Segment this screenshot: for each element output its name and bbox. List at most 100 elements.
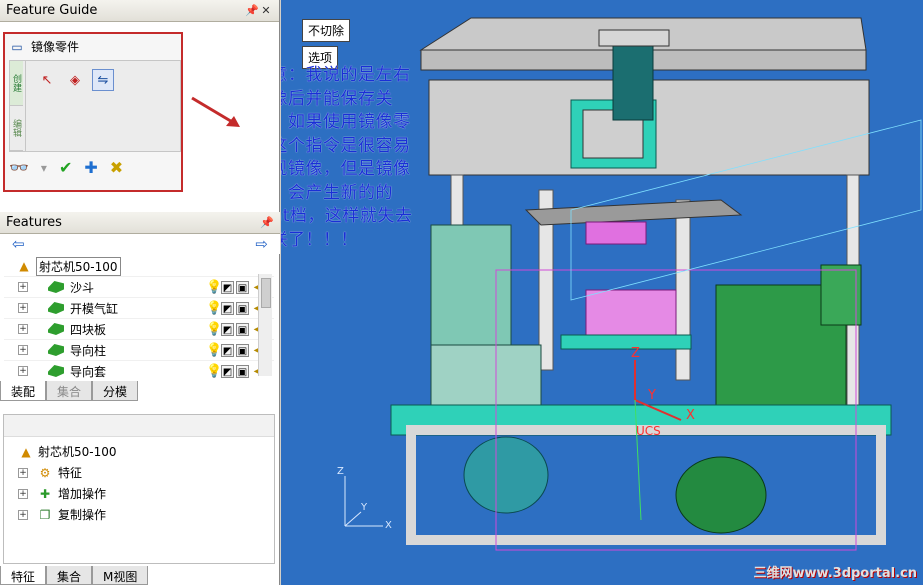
expand-icon[interactable]: + — [18, 467, 28, 478]
row-status-icons: 💡◩▣◀ — [206, 343, 264, 357]
mirror-part-icon: ▭ — [11, 39, 23, 54]
model-tree-row[interactable]: + ✚ 增加操作 — [4, 483, 117, 504]
part-icon — [48, 302, 64, 314]
select-plane-icon[interactable]: ↖ — [36, 69, 58, 91]
display-mode-icon[interactable]: ◩ — [221, 364, 234, 378]
visibility-bulb-icon[interactable]: 💡 — [206, 365, 222, 378]
visibility-bulb-icon[interactable]: 💡 — [206, 281, 222, 294]
tree-row-label: 沙斗 — [70, 280, 95, 295]
model-tree: ▲ 射芯机50-100 + ⚙ 特征 + ✚ 增加操作 + ❐ 复制操作 — [4, 441, 117, 525]
preview-icon[interactable]: 👓 — [9, 158, 29, 177]
features-title: Features — [6, 215, 62, 230]
tree-row[interactable]: + 四块板 💡◩▣◀ — [4, 318, 274, 339]
model-tree-root[interactable]: ▲ 射芯机50-100 — [4, 441, 117, 462]
row-status-icons: 💡◩▣◀ — [206, 364, 264, 378]
ok-icon[interactable]: ✔ — [59, 158, 72, 177]
lock-icon[interactable]: ▣ — [236, 322, 249, 336]
part-icon — [48, 344, 64, 356]
ucs-z-label: Z — [631, 346, 640, 361]
model-tree-root-label: 射芯机50-100 — [38, 445, 117, 459]
tree-row-label: 导向套 — [70, 364, 107, 379]
expand-icon[interactable]: + — [18, 324, 28, 334]
expand-icon[interactable]: + — [18, 488, 28, 499]
features-tabs: 装配 集合 分模 — [0, 381, 139, 401]
features-tree: ▲ 射芯机50-100 + 沙斗 💡◩▣◀ + 开模气缸 💡◩▣◀ + 四块板 💡◩▣◀ + 导向柱… — [4, 256, 274, 380]
lock-icon[interactable]: ▣ — [236, 280, 249, 294]
tree-row-label: 四块板 — [70, 322, 107, 337]
feature-guide-highlight: ▭ 镜像零件 创建 编辑 ↖ ◈ ⇋ 👓 ▾ ✔ ✚ ✖ — [3, 32, 183, 192]
model-tree-panel: ▲ 射芯机50-100 + ⚙ 特征 + ✚ 增加操作 + ❐ 复制操作 — [3, 414, 275, 564]
display-mode-icon[interactable]: ◩ — [221, 343, 234, 357]
expand-icon[interactable]: + — [18, 509, 28, 520]
cancel-icon[interactable]: ✖ — [110, 158, 123, 177]
feature-guide-titlebar: Feature Guide 📌 ✕ — [0, 0, 279, 22]
ucs-y-label: Y — [648, 388, 656, 403]
part-icon — [48, 365, 64, 377]
feature-icon: ⚙ — [39, 465, 51, 480]
vertical-tabs: 创建 编辑 — [10, 61, 26, 151]
display-mode-icon[interactable]: ◩ — [221, 322, 234, 336]
add-op-icon: ✚ — [39, 486, 51, 501]
vtab-create[interactable]: 创建 — [10, 61, 23, 106]
model-tree-rows: + ⚙ 特征 + ✚ 增加操作 + ❐ 复制操作 — [4, 462, 117, 525]
row-status-icons: 💡◩▣◀ — [206, 301, 264, 315]
lock-icon[interactable]: ▣ — [236, 301, 249, 315]
visibility-bulb-icon[interactable]: 💡 — [206, 344, 222, 357]
tree-root-label: 射芯机50-100 — [36, 256, 121, 276]
model-tree-header — [4, 415, 274, 437]
expand-icon[interactable]: + — [18, 282, 28, 292]
display-mode-icon[interactable]: ◩ — [221, 301, 234, 315]
model-tree-row[interactable]: + ⚙ 特征 — [4, 462, 117, 483]
lock-icon[interactable]: ▣ — [236, 343, 249, 357]
pin-icon[interactable]: 📌 — [245, 4, 259, 17]
expand-icon[interactable]: + — [18, 345, 28, 355]
tree-root[interactable]: ▲ 射芯机50-100 — [4, 256, 274, 276]
mirror-part-command[interactable]: ▭ 镜像零件 — [9, 38, 79, 55]
expand-icon[interactable]: + — [18, 303, 28, 313]
display-mode-icon[interactable]: ◩ — [221, 280, 234, 294]
scrollbar-thumb[interactable] — [261, 278, 271, 308]
tab-1[interactable]: 集合 — [46, 381, 93, 401]
no-cut-button[interactable]: 不切除 — [302, 19, 351, 42]
feature-guide-actions: 👓 ▾ ✔ ✚ ✖ — [9, 158, 123, 177]
model-tree-row-label: 特征 — [58, 466, 83, 480]
ucs-x-label: X — [686, 408, 695, 423]
model-tree-row[interactable]: + ❐ 复制操作 — [4, 504, 117, 525]
part-icon — [48, 281, 64, 293]
3d-viewport[interactable]: 不切除 选项 注意：我说的是左右镜像后并能保存关联，如果使用镜像零件这个指令是很… — [281, 0, 923, 585]
back-arrow-icon[interactable]: ⇦ — [12, 235, 25, 253]
tree-row[interactable]: + 沙斗 💡◩▣◀ — [4, 276, 274, 297]
tree-row[interactable]: + 导向柱 💡◩▣◀ — [4, 339, 274, 360]
tab-1[interactable]: 集合 — [46, 566, 93, 585]
features-scrollbar[interactable] — [258, 274, 272, 376]
annotation-note: 注意：我说的是左右镜像后并能保存关联，如果使用镜像零件这个指令是很容易实现镜像，… — [281, 65, 413, 250]
assembly-icon: ▲ — [21, 444, 31, 459]
model-tree-tabs: 特征 集合 M视图 — [0, 566, 149, 585]
tree-row-label: 导向柱 — [70, 343, 107, 358]
row-status-icons: 💡◩▣◀ — [206, 280, 264, 294]
expand-icon[interactable]: + — [18, 366, 28, 376]
mirror-icon[interactable]: ⇋ — [92, 69, 114, 91]
dropdown-icon[interactable]: ▾ — [41, 161, 47, 175]
tree-row[interactable]: + 导向套 💡◩▣◀ — [4, 360, 274, 381]
feature-guide-title: Feature Guide — [6, 3, 98, 18]
tree-row[interactable]: + 开模气缸 💡◩▣◀ — [4, 297, 274, 318]
tab-0[interactable]: 装配 — [0, 381, 47, 401]
model-tree-row-label: 增加操作 — [58, 487, 107, 501]
forward-arrow-icon[interactable]: ⇨ — [255, 235, 268, 253]
pin-icon[interactable]: 📌 — [260, 216, 274, 229]
assembly-icon: ▲ — [19, 259, 29, 273]
select-face-icon[interactable]: ◈ — [64, 69, 86, 91]
vtab-edit[interactable]: 编辑 — [10, 106, 23, 151]
row-status-icons: 💡◩▣◀ — [206, 322, 264, 336]
features-tree-rows: + 沙斗 💡◩▣◀ + 开模气缸 💡◩▣◀ + 四块板 💡◩▣◀ + 导向柱 💡◩▣◀ + 导向套 💡◩▣◀ — [4, 276, 274, 381]
tab-2[interactable]: 分模 — [92, 381, 139, 401]
visibility-bulb-icon[interactable]: 💡 — [206, 302, 222, 315]
close-icon[interactable]: ✕ — [259, 4, 273, 17]
tab-2[interactable]: M视图 — [92, 566, 149, 585]
tab-0[interactable]: 特征 — [0, 566, 47, 585]
visibility-bulb-icon[interactable]: 💡 — [206, 323, 222, 336]
apply-icon[interactable]: ✚ — [84, 158, 97, 177]
lock-icon[interactable]: ▣ — [236, 364, 249, 378]
part-icon — [48, 323, 64, 335]
